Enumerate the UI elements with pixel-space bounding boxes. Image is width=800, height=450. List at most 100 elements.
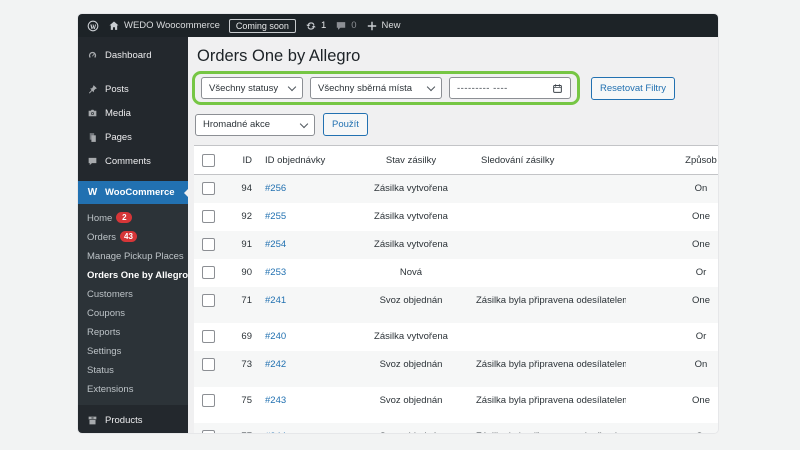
shipment-status-cell: Zásilka vytvořena: [346, 203, 476, 222]
sidebar-item-products[interactable]: Products: [78, 408, 188, 432]
sidebar-item-pages[interactable]: Pages: [78, 125, 188, 149]
submenu-item-home[interactable]: Home2: [78, 209, 188, 228]
sidebar-item-posts[interactable]: Posts: [78, 77, 188, 101]
table-row: 75#243Svoz objednánZásilka byla připrave…: [194, 387, 718, 423]
pickup-filter-select[interactable]: Všechny sběrná místa: [310, 77, 442, 99]
submenu-item-label: Manage Pickup Places: [87, 251, 184, 262]
new-content-menu[interactable]: New: [366, 20, 401, 32]
order-number-link[interactable]: #243: [260, 387, 346, 406]
date-filter-input[interactable]: --------- ----: [449, 77, 571, 99]
order-number-link[interactable]: #242: [260, 351, 346, 370]
order-id-cell: 77: [224, 423, 260, 433]
date-filter-value: --------- ----: [457, 83, 508, 94]
submenu-item-label: Orders One by Allegro: [87, 270, 188, 281]
row-checkbox[interactable]: [202, 210, 215, 223]
sidebar-item-woocommerce[interactable]: W WooCommerce: [78, 181, 188, 204]
column-header: Stav zásilky: [346, 155, 476, 166]
chevron-down-icon: [300, 119, 308, 127]
pages-icon: [87, 132, 98, 143]
order-number-link[interactable]: #253: [260, 259, 346, 278]
table-row: 73#242Svoz objednánZásilka byla připrave…: [194, 351, 718, 387]
woocommerce-icon: W: [87, 187, 98, 198]
table-row: 90#253NováOr: [194, 259, 718, 287]
comments-menu[interactable]: 0: [335, 20, 356, 32]
order-id-cell: 69: [224, 323, 260, 342]
shipping-method-cell: On: [626, 351, 718, 370]
plus-icon: [366, 20, 378, 32]
table-row: 92#255Zásilka vytvořenaOne: [194, 203, 718, 231]
update-icon: [305, 20, 317, 32]
submenu-item-customers[interactable]: Customers: [78, 285, 188, 304]
table-header-row: IDID objednávkyStav zásilkySledování zás…: [194, 145, 718, 175]
orders-table: IDID objednávkyStav zásilkySledování zás…: [194, 145, 718, 433]
shipment-status-cell: Nová: [346, 259, 476, 278]
order-number-link[interactable]: #244: [260, 423, 346, 433]
order-number-link[interactable]: #255: [260, 203, 346, 222]
order-number-link[interactable]: #240: [260, 323, 346, 342]
order-id-cell: 94: [224, 175, 260, 194]
tracking-status-cell: [476, 231, 626, 239]
shipment-status-cell: Svoz objednán: [346, 387, 476, 406]
submenu-item-reports[interactable]: Reports: [78, 323, 188, 342]
row-checkbox[interactable]: [202, 358, 215, 371]
submenu-item-label: Reports: [87, 327, 120, 338]
sidebar-item-label: Media: [105, 108, 131, 119]
order-id-cell: 71: [224, 287, 260, 306]
submenu-item-orders[interactable]: Orders43: [78, 228, 188, 247]
row-checkbox[interactable]: [202, 330, 215, 343]
chevron-down-icon: [427, 83, 435, 91]
submenu-item-label: Orders: [87, 232, 116, 243]
shipping-method-cell: Or: [626, 423, 718, 433]
updates-menu[interactable]: 1: [305, 20, 326, 32]
column-header: ID objednávky: [260, 155, 346, 166]
row-checkbox[interactable]: [202, 182, 215, 195]
main-content: Orders One by Allegro Všechny statusy Vš…: [188, 37, 718, 433]
wordpress-logo-icon[interactable]: [87, 20, 99, 32]
dashboard-icon: [87, 50, 98, 61]
sidebar-item-label: Pages: [105, 132, 132, 143]
order-number-link[interactable]: #254: [260, 231, 346, 250]
status-filter-value: Všechny statusy: [209, 83, 278, 94]
sidebar-item-label: Posts: [105, 84, 129, 95]
submenu-item-extensions[interactable]: Extensions: [78, 380, 188, 399]
tracking-status-cell: [476, 259, 626, 267]
admin-sidebar: Dashboard Posts Media Pages Comments W WooCo…: [78, 37, 188, 433]
select-all-checkbox[interactable]: [202, 154, 215, 167]
submenu-item-manage-pickup-places[interactable]: Manage Pickup Places: [78, 247, 188, 266]
products-icon: [87, 415, 98, 426]
submenu-item-orders-one-by-allegro[interactable]: Orders One by Allegro: [78, 266, 188, 285]
order-id-cell: 90: [224, 259, 260, 278]
shipment-status-cell: Zásilka vytvořena: [346, 323, 476, 342]
tracking-status-cell: [476, 323, 626, 331]
annotation-highlight: Všechny statusy Všechny sběrná místa ---…: [192, 71, 580, 105]
comments-icon: [87, 156, 98, 167]
reset-filters-button[interactable]: Resetovat Filtry: [591, 77, 675, 100]
submenu-item-settings[interactable]: Settings: [78, 342, 188, 361]
shipping-method-cell: One: [626, 203, 718, 222]
row-checkbox[interactable]: [202, 238, 215, 251]
shipping-method-cell: On: [626, 175, 718, 194]
sidebar-item-comments[interactable]: Comments: [78, 149, 188, 173]
sidebar-item-dashboard[interactable]: Dashboard: [78, 43, 188, 67]
apply-button[interactable]: Použít: [323, 113, 368, 136]
shipping-method-cell: One: [626, 387, 718, 406]
bulk-action-select[interactable]: Hromadné akce: [195, 114, 315, 136]
submenu-item-status[interactable]: Status: [78, 361, 188, 380]
column-header: ID: [224, 155, 260, 166]
count-badge: 2: [116, 212, 132, 223]
table-row: 91#254Zásilka vytvořenaOne: [194, 231, 718, 259]
submenu-item-coupons[interactable]: Coupons: [78, 304, 188, 323]
order-number-link[interactable]: #256: [260, 175, 346, 194]
status-filter-select[interactable]: Všechny statusy: [201, 77, 303, 99]
shipping-method-cell: Or: [626, 323, 718, 342]
site-menu[interactable]: WEDO Woocommerce: [108, 20, 220, 32]
sidebar-item-media[interactable]: Media: [78, 101, 188, 125]
row-checkbox[interactable]: [202, 430, 215, 433]
row-checkbox[interactable]: [202, 266, 215, 279]
row-checkbox[interactable]: [202, 394, 215, 407]
sidebar-item-payments[interactable]: $Payments: [78, 432, 188, 433]
shipment-status-cell: Svoz objednán: [346, 351, 476, 370]
row-checkbox[interactable]: [202, 294, 215, 307]
order-number-link[interactable]: #241: [260, 287, 346, 306]
updates-count: 1: [321, 20, 326, 31]
